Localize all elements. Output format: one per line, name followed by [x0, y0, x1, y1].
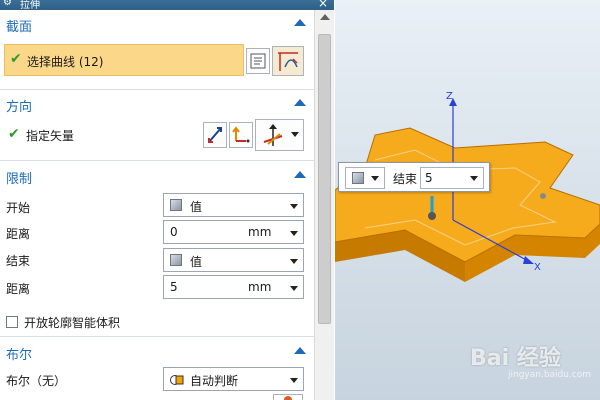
chevron-down-icon: [290, 286, 298, 291]
divider: [0, 160, 314, 161]
end-distance-input[interactable]: 5 mm: [163, 275, 304, 299]
start-mode-select[interactable]: 值: [163, 193, 304, 217]
section-header-direction[interactable]: 方向: [0, 90, 314, 116]
section-header-boolean[interactable]: 布尔: [0, 338, 314, 364]
select-body-button[interactable]: [273, 394, 303, 400]
auto-boolean-icon: [170, 375, 184, 385]
reverse-direction-button[interactable]: [203, 122, 227, 148]
chevron-down-icon: [371, 176, 379, 181]
end-distance-popup: 结束 5: [338, 162, 490, 192]
start-unit: mm: [248, 225, 272, 239]
triad-origin: [540, 193, 546, 199]
vector-label: 指定矢量: [26, 129, 75, 143]
chevron-down-icon: [470, 176, 478, 181]
popup-end-value: 5: [425, 171, 433, 185]
end-unit: mm: [248, 280, 272, 294]
collapse-caret-icon[interactable]: [294, 19, 306, 26]
section-title: 限制: [6, 172, 33, 187]
scroll-thumb[interactable]: [318, 34, 331, 324]
chevron-down-icon: [290, 378, 298, 383]
reverse-direction-icon: [208, 127, 222, 143]
baidu-watermark: Bai 经验: [470, 346, 561, 371]
open-profile-label: 开放轮廓智能体积: [24, 316, 121, 330]
vector-dialog-button[interactable]: [229, 122, 253, 148]
start-mode-value: 值: [190, 200, 203, 214]
sketch-section-button[interactable]: [246, 48, 270, 74]
baidu-watermark-url: jingyan.baidu.com: [508, 370, 592, 380]
section-title: 截面: [6, 20, 33, 35]
popup-end-label: 结束: [393, 172, 418, 186]
dialog-content: 截面 ✔ 选择曲线 (12) 方向 ✔ 指定矢量 限制 开始 值 距离 0 mm…: [0, 10, 314, 400]
scroll-up-icon[interactable]: [320, 14, 330, 20]
x-axis-arrow: [523, 256, 534, 264]
dialog-titlebar[interactable]: ⚙ 拉伸 ×: [0, 0, 334, 10]
popup-mode-dropdown[interactable]: [345, 167, 385, 189]
curve-icon: [278, 52, 298, 71]
close-icon[interactable]: ×: [318, 0, 328, 10]
collapse-caret-icon[interactable]: [294, 347, 306, 354]
vector-axis-icon: [263, 124, 283, 146]
boolean-label: 布尔（无）: [6, 374, 67, 388]
select-curve-label: 选择曲线 (12): [27, 55, 104, 69]
section-title: 方向: [6, 100, 33, 115]
select-curve-row[interactable]: ✔ 选择曲线 (12): [4, 44, 244, 76]
section-title: 布尔: [6, 348, 33, 363]
axis-x-label: X: [534, 262, 541, 273]
collapse-caret-icon[interactable]: [294, 171, 306, 178]
dialog-scrollbar[interactable]: [314, 10, 334, 400]
boolean-value: 自动判断: [190, 374, 239, 388]
end-label: 结束: [6, 254, 31, 268]
start-distance-label: 距离: [6, 227, 31, 241]
check-icon: ✔: [8, 126, 20, 142]
chevron-down-icon: [290, 204, 298, 209]
popup-end-input[interactable]: 5: [420, 167, 484, 189]
curve-select-button[interactable]: [272, 46, 304, 76]
start-label: 开始: [6, 201, 31, 215]
cube-icon: [170, 254, 182, 266]
sketch-icon: [250, 53, 266, 69]
collapse-caret-icon[interactable]: [294, 99, 306, 106]
chevron-down-icon: [291, 132, 299, 137]
cube-icon: [170, 199, 182, 211]
dialog-title: 拉伸: [20, 0, 40, 10]
end-distance-value: 5: [170, 280, 178, 294]
end-mode-select[interactable]: 值: [163, 248, 304, 272]
end-mode-value: 值: [190, 255, 203, 269]
chevron-down-icon: [290, 231, 298, 236]
chevron-down-icon: [290, 259, 298, 264]
body-icon: [284, 396, 292, 400]
vector-icon: [232, 126, 250, 143]
axis-z-label: Z: [446, 91, 453, 102]
check-icon: ✔: [10, 51, 22, 67]
section-header-section[interactable]: 截面: [0, 10, 314, 36]
extrude-dialog: ⚙ 拉伸 × 截面 ✔ 选择曲线 (12) 方向 ✔ 指定矢量 限制 开始 值 …: [0, 0, 334, 400]
extrude-handle-knob: [428, 212, 436, 220]
boolean-select[interactable]: 自动判断: [163, 367, 304, 391]
cube-icon: [352, 172, 364, 184]
gear-icon[interactable]: ⚙: [3, 0, 12, 8]
start-distance-value: 0: [170, 225, 178, 239]
open-profile-checkbox[interactable]: [6, 316, 18, 328]
vector-selector-dropdown[interactable]: [255, 119, 304, 151]
end-distance-label: 距离: [6, 282, 31, 296]
section-header-limits[interactable]: 限制: [0, 162, 314, 188]
start-distance-input[interactable]: 0 mm: [163, 220, 304, 244]
divider: [0, 336, 314, 337]
